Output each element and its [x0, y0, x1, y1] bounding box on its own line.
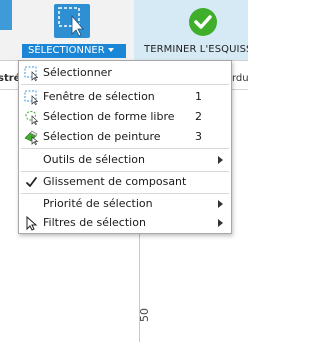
menu-item-select[interactable]: Sélectionner: [19, 63, 231, 83]
menu-item-label: Sélectionner: [43, 66, 112, 79]
finish-checkmark-icon: [189, 8, 217, 36]
menu-item-shortcut: 1: [195, 90, 202, 103]
submenu-arrow-icon: [218, 156, 223, 164]
toolbar: SÉLECTIONNER TERMINER L'ESQUISSE: [0, 0, 248, 61]
select-tool-icon[interactable]: [54, 4, 90, 38]
menu-item-shortcut: 3: [195, 130, 202, 143]
column-right-label: rdu: [232, 73, 248, 84]
ruler-value-label: 50: [138, 308, 151, 322]
menu-item-window-selection[interactable]: Fenêtre de sélection 1: [19, 87, 231, 107]
menu-item-selection-filters[interactable]: Filtres de sélection: [19, 213, 231, 233]
menu-separator: [21, 84, 229, 85]
menu-item-selection-tools[interactable]: Outils de sélection: [19, 150, 231, 170]
select-box-icon: [24, 66, 39, 81]
menu-item-label: Sélection de forme libre: [43, 110, 175, 123]
freeform-select-icon: [24, 110, 39, 125]
select-dropdown-button[interactable]: SÉLECTIONNER: [22, 44, 126, 58]
finish-sketch-label: TERMINER L'ESQUISSE: [144, 44, 248, 55]
select-button-label: SÉLECTIONNER: [28, 45, 105, 56]
cursor-arrow-icon: [24, 215, 39, 231]
checkmark-icon: [24, 175, 39, 190]
window-select-icon: [24, 90, 39, 105]
menu-item-label: Glissement de composant: [43, 175, 187, 188]
submenu-arrow-icon: [218, 219, 223, 227]
menu-item-label: Filtres de sélection: [43, 216, 146, 229]
menu-item-freeform-selection[interactable]: Sélection de forme libre 2: [19, 107, 231, 127]
menu-item-component-drag[interactable]: Glissement de composant: [19, 172, 231, 192]
paint-select-icon: [24, 130, 39, 145]
finish-sketch-button[interactable]: TERMINER L'ESQUISSE: [134, 0, 248, 60]
submenu-arrow-icon: [218, 200, 223, 208]
menu-item-label: Fenêtre de sélection: [43, 90, 155, 103]
caret-down-icon: [107, 48, 114, 52]
app-root: SÉLECTIONNER TERMINER L'ESQUISSE stré rd…: [0, 0, 248, 342]
menu-item-paint-selection[interactable]: Sélection de peinture 3: [19, 127, 231, 147]
previous-tool-icon[interactable]: [0, 0, 12, 30]
menu-item-label: Sélection de peinture: [43, 130, 161, 143]
menu-item-label: Outils de sélection: [43, 153, 145, 166]
menu-item-shortcut: 2: [195, 110, 202, 123]
selection-dropdown-menu: Sélectionner Fenêtre de sélection 1 Séle…: [18, 60, 232, 234]
menu-item-selection-priority[interactable]: Priorité de sélection: [19, 194, 231, 214]
menu-separator: [21, 148, 229, 149]
menu-item-label: Priorité de sélection: [43, 197, 153, 210]
